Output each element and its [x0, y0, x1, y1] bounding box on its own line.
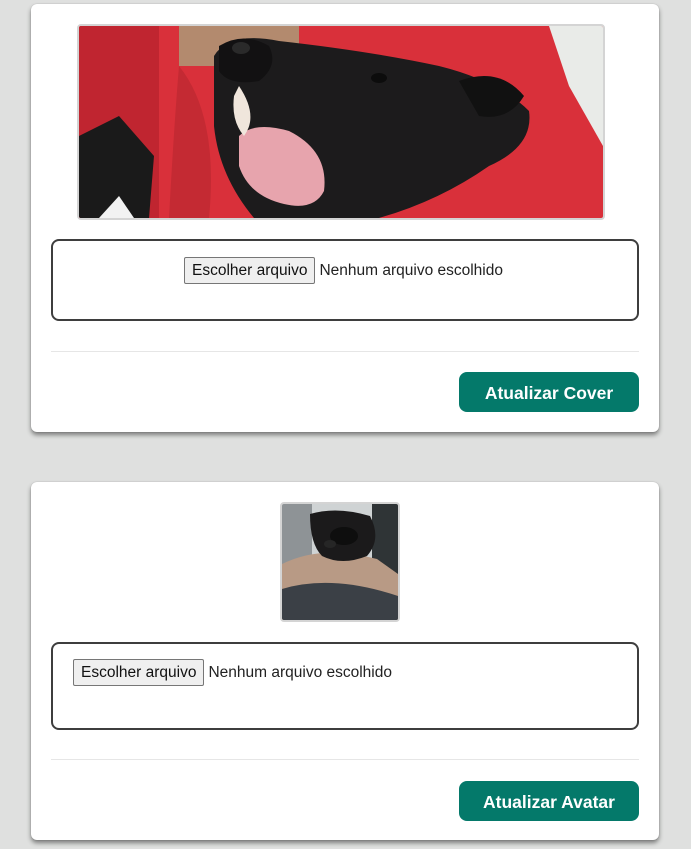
avatar-file-input[interactable]: Escolher arquivo Nenhum arquivo escolhid… [73, 659, 392, 686]
avatar-divider [51, 759, 639, 760]
avatar-photo-image [282, 504, 398, 620]
cover-card: Escolher arquivo Nenhum arquivo escolhid… [31, 4, 659, 432]
cover-upload-box: Escolher arquivo Nenhum arquivo escolhid… [51, 239, 639, 321]
cover-file-status: Nenhum arquivo escolhido [319, 261, 503, 279]
cover-file-input[interactable]: Escolher arquivo Nenhum arquivo escolhid… [184, 257, 503, 284]
avatar-file-status: Nenhum arquivo escolhido [208, 663, 392, 681]
update-cover-button[interactable]: Atualizar Cover [459, 372, 639, 412]
avatar-card: Escolher arquivo Nenhum arquivo escolhid… [31, 482, 659, 840]
cover-choose-file-button[interactable]: Escolher arquivo [184, 257, 316, 284]
cover-divider [51, 351, 639, 352]
avatar-choose-file-button[interactable]: Escolher arquivo [73, 659, 205, 686]
cover-photo [77, 24, 605, 220]
avatar-upload-box: Escolher arquivo Nenhum arquivo escolhid… [51, 642, 639, 730]
update-avatar-button[interactable]: Atualizar Avatar [459, 781, 639, 821]
cover-photo-image [79, 26, 603, 218]
avatar-photo [280, 502, 400, 622]
